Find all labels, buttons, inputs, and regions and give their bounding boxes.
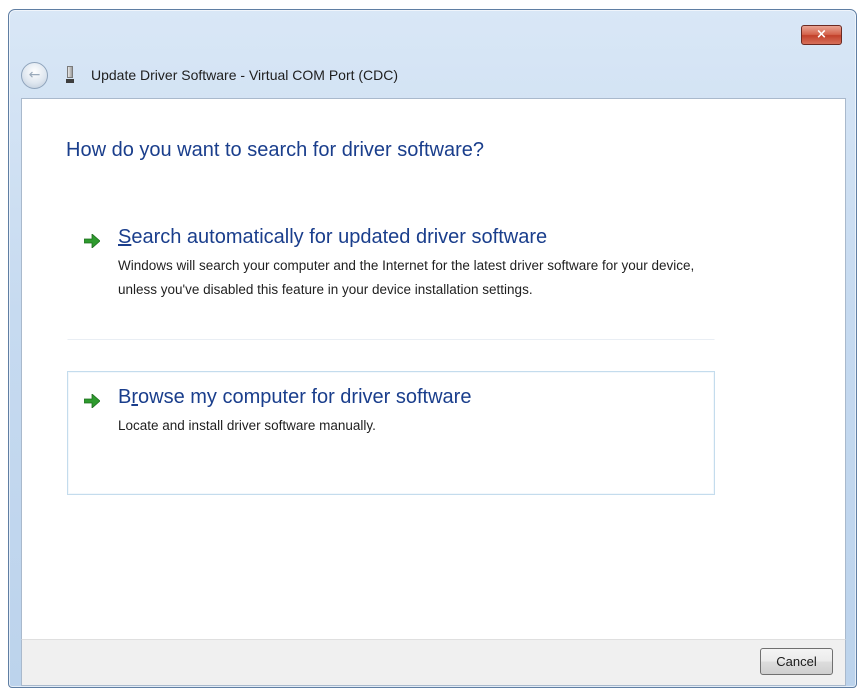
option-title-first-letter: B [118, 386, 132, 408]
option-title-text: owse my computer for driver software [138, 386, 472, 408]
back-button[interactable]: ← [21, 61, 48, 89]
back-arrow-icon: ← [28, 67, 41, 83]
green-arrow-icon [84, 394, 100, 408]
browse-computer-description: Locate and install driver software manua… [118, 418, 376, 433]
search-automatically-option[interactable]: Search automatically for updated driver … [67, 217, 715, 340]
content-pane: How do you want to search for driver sof… [21, 98, 846, 639]
usb-device-icon [65, 65, 75, 85]
mnemonic-letter: r [131, 386, 139, 408]
option-title-text: earch automatically for updated driver s… [131, 226, 548, 248]
browse-computer-title: Browse my computer for driver software [118, 386, 471, 409]
dialog-footer: Cancel [21, 639, 846, 686]
browse-computer-option[interactable]: Browse my computer for driver software L… [67, 371, 715, 495]
update-driver-dialog: × ← Update Driver Software - Virtual COM… [8, 9, 857, 688]
page-heading: How do you want to search for driver sof… [66, 139, 484, 161]
window-title: Update Driver Software - Virtual COM Por… [91, 67, 399, 83]
search-automatically-title: Search automatically for updated driver … [118, 226, 547, 249]
cancel-button[interactable]: Cancel [760, 648, 833, 675]
close-button[interactable]: × [801, 25, 842, 45]
mnemonic-letter: S [118, 226, 132, 248]
green-arrow-icon [84, 234, 100, 248]
title-bar: ← Update Driver Software - Virtual COM P… [21, 60, 398, 90]
search-automatically-description: Windows will search your computer and th… [118, 258, 695, 297]
